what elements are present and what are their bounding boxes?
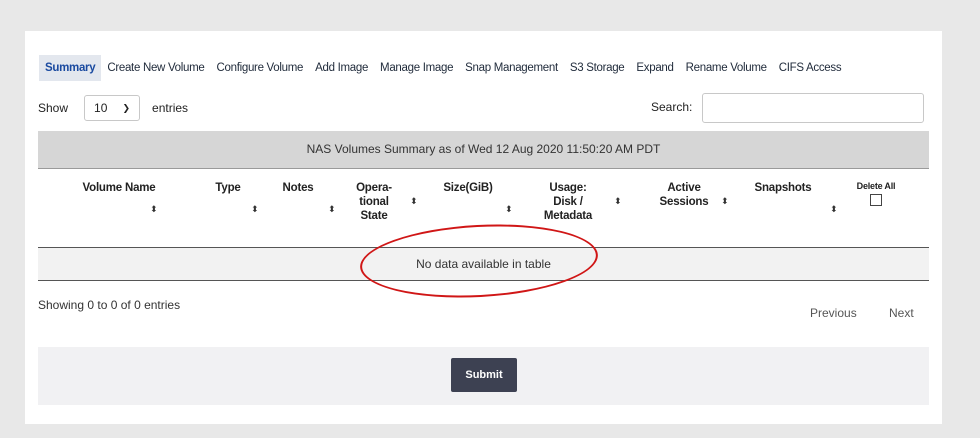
tab-add-image[interactable]: Add Image [309,55,374,81]
col-volume-name-label: Volume Name [82,182,156,194]
col-usage-line2: Disk / [553,196,583,208]
col-active-sessions[interactable]: Active Sessions [653,181,715,209]
delete-all-label: Delete All [856,181,896,191]
sort-usage-icon[interactable]: ⬍ [614,196,622,207]
col-volume-name[interactable]: Volume Name [74,181,164,195]
sort-notes-icon[interactable]: ⬍ [328,204,336,215]
search-label: Search: [651,100,693,114]
col-usage-line3: Metadata [543,210,593,222]
col-type-label: Type [215,182,241,194]
col-active-line1: Active [667,182,701,194]
delete-all-checkbox[interactable] [870,194,882,206]
show-label: Show [38,101,69,115]
table-info: Showing 0 to 0 of 0 entries [38,298,181,312]
sort-active-sessions-icon[interactable]: ⬍ [721,196,729,207]
col-op-state-line3: State [360,210,388,222]
sort-size-icon[interactable]: ⬍ [505,204,513,215]
tab-snap-management[interactable]: Snap Management [459,55,564,81]
tab-expand[interactable]: Expand [630,55,679,81]
col-notes-label: Notes [282,182,314,194]
length-control: Show 10 ❯ entries [38,93,188,123]
tab-bar: Summary Create New Volume Configure Volu… [39,55,847,81]
tab-rename-volume[interactable]: Rename Volume [680,55,773,81]
entries-select[interactable]: 10 ❯ [84,95,141,121]
col-size-label: Size(GiB) [443,182,493,194]
tab-cifs-access[interactable]: CIFS Access [773,55,848,81]
col-notes[interactable]: Notes [273,181,323,195]
col-snapshots-label: Snapshots [754,182,812,194]
col-usage-line1: Usage: [549,182,587,194]
col-snapshots[interactable]: Snapshots [743,181,823,195]
col-op-state-line1: Opera- [356,182,392,194]
col-op-state-line2: tional [359,196,389,208]
sort-snapshots-icon[interactable]: ⬍ [830,204,838,215]
sort-volume-name-icon[interactable]: ⬍ [150,204,158,215]
sort-type-icon[interactable]: ⬍ [251,204,259,215]
tab-manage-image[interactable]: Manage Image [374,55,459,81]
entries-select-value: 10 [94,101,108,115]
col-type[interactable]: Type [208,181,248,195]
col-active-line2: Sessions [659,196,709,208]
tab-s3-storage[interactable]: S3 Storage [564,55,631,81]
tab-create-new-volume[interactable]: Create New Volume [101,55,210,81]
chevron-down-icon: ❯ [122,102,131,113]
entries-label: entries [152,101,189,115]
col-operational-state[interactable]: Opera- tional State [348,181,400,223]
search-input[interactable] [702,93,924,123]
submit-button[interactable]: Submit [451,358,517,392]
pagination-next[interactable]: Next [889,306,914,320]
sort-op-state-icon[interactable]: ⬍ [410,196,418,207]
col-usage[interactable]: Usage: Disk / Metadata [533,181,603,223]
table-caption: NAS Volumes Summary as of Wed 12 Aug 202… [38,131,929,169]
tab-configure-volume[interactable]: Configure Volume [211,55,310,81]
right-gutter [942,31,980,424]
col-size[interactable]: Size(GiB) [433,181,503,195]
tab-summary[interactable]: Summary [39,55,102,81]
pagination-previous[interactable]: Previous [810,306,857,320]
col-delete-all: Delete All [846,181,906,206]
